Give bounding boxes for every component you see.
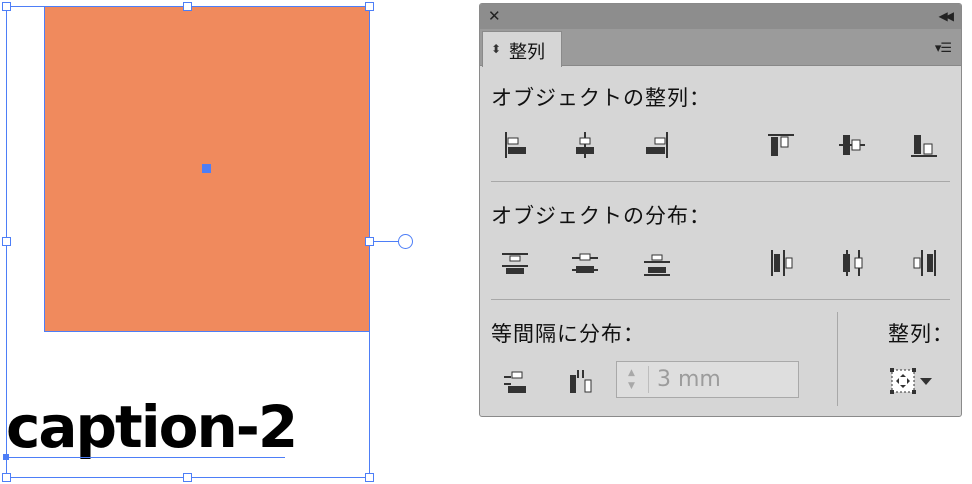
spacing-stepper-arrows[interactable]: ▲ ▼ xyxy=(621,366,649,393)
align-bottom-icon xyxy=(911,135,937,157)
align-right-icon xyxy=(646,132,668,158)
caption-anchor xyxy=(3,454,9,460)
distribute-top-button[interactable] xyxy=(498,246,532,280)
align-panel: ✕ ◀◀ ⬍ 整列 ▾☰ オブジェクトの整列： オブジェクトの分布： 等間隔に分… xyxy=(479,3,962,417)
shape-edge-bottom xyxy=(44,331,370,332)
align-right-button[interactable] xyxy=(640,128,674,162)
distribute-spacing-title: 等間隔に分布： xyxy=(491,322,645,346)
align-horizontal-center-icon xyxy=(576,132,594,158)
stepper-up-icon[interactable]: ▲ xyxy=(628,368,635,378)
distribute-objects-title: オブジェクトの分布： xyxy=(491,204,711,228)
caption-text[interactable]: caption-2 xyxy=(6,398,298,456)
distribute-vertical-space-button[interactable] xyxy=(498,365,532,399)
panel-titlebar[interactable]: ✕ ◀◀ xyxy=(480,4,961,30)
align-top-icon xyxy=(768,134,794,156)
handle-middle-left[interactable] xyxy=(2,237,11,246)
align-objects-title: オブジェクトの整列： xyxy=(491,86,711,110)
align-to-selection-button[interactable] xyxy=(886,364,938,398)
handle-bottom-right[interactable] xyxy=(365,473,374,482)
distribute-horizontal-center-icon xyxy=(843,250,863,276)
distribute-horizontal-center-button[interactable] xyxy=(835,246,869,280)
distribute-bottom-button[interactable] xyxy=(640,246,674,280)
align-vertical-center-icon xyxy=(839,135,865,155)
distribute-vertical-center-button[interactable] xyxy=(568,246,602,280)
artboard[interactable]: caption-2 xyxy=(0,0,470,484)
spacing-input[interactable] xyxy=(657,364,787,394)
center-point xyxy=(202,164,211,173)
spacing-stepper[interactable]: ▲ ▼ xyxy=(616,361,799,398)
shape-edge-left xyxy=(44,6,45,332)
rotation-connector xyxy=(374,241,399,242)
distribute-right-button[interactable] xyxy=(907,246,941,280)
close-icon[interactable]: ✕ xyxy=(488,7,501,25)
distribute-bottom-icon xyxy=(644,254,670,276)
distribute-left-button[interactable] xyxy=(764,246,798,280)
caption-baseline xyxy=(6,457,285,458)
align-to-selection-icon xyxy=(890,368,932,394)
tab-expand-icon[interactable]: ⬍ xyxy=(491,42,501,56)
align-top-button[interactable] xyxy=(764,128,798,162)
handle-top-right[interactable] xyxy=(365,2,374,11)
align-to-title: 整列： xyxy=(888,322,954,346)
double-chevron-left-icon[interactable]: ◀◀ xyxy=(939,7,955,25)
tab-align-label: 整列 xyxy=(509,42,545,63)
align-bottom-button[interactable] xyxy=(907,128,941,162)
handle-bottom-left[interactable] xyxy=(2,473,11,482)
section-divider-2 xyxy=(491,299,950,300)
panel-tabbar: ⬍ 整列 ▾☰ xyxy=(480,29,961,67)
distribute-vertical-space-icon xyxy=(504,371,526,393)
vertical-divider xyxy=(837,312,838,406)
distribute-left-icon xyxy=(771,250,793,276)
distribute-right-icon xyxy=(913,250,936,276)
align-left-button[interactable] xyxy=(498,128,532,162)
section-divider-1 xyxy=(491,181,950,182)
handle-bottom-center[interactable] xyxy=(183,473,192,482)
tab-align[interactable]: ⬍ 整列 xyxy=(482,31,562,67)
stepper-down-icon[interactable]: ▼ xyxy=(628,381,635,391)
distribute-horizontal-space-button[interactable] xyxy=(562,365,596,399)
distribute-horizontal-space-icon xyxy=(570,370,592,393)
align-vertical-center-button[interactable] xyxy=(835,128,869,162)
handle-top-left[interactable] xyxy=(2,2,11,11)
align-left-icon xyxy=(505,132,526,158)
rotation-handle[interactable] xyxy=(398,234,413,249)
distribute-top-icon xyxy=(502,253,528,274)
handle-middle-right[interactable] xyxy=(365,237,374,246)
handle-top-center[interactable] xyxy=(183,2,192,11)
align-horizontal-center-button[interactable] xyxy=(568,128,602,162)
distribute-vertical-center-icon xyxy=(572,253,598,273)
panel-menu-icon[interactable]: ▾☰ xyxy=(935,41,952,56)
